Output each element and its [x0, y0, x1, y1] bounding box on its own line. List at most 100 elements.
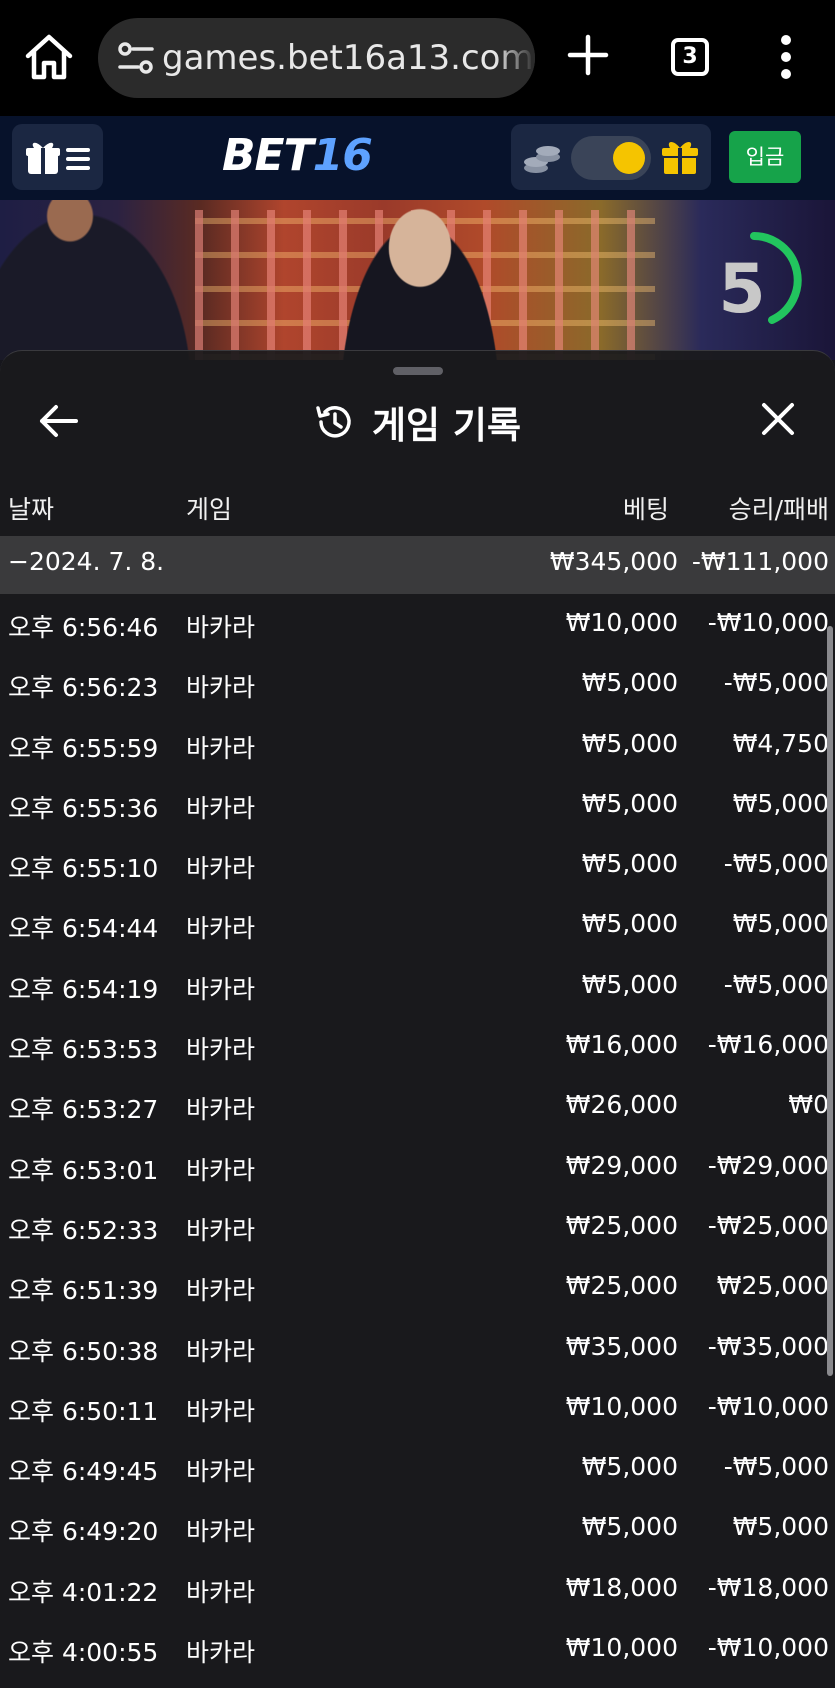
dealer [330, 200, 510, 360]
summary-result: -₩111,000 [691, 547, 829, 576]
row-result: -₩5,000 [723, 668, 829, 698]
theme-toggle[interactable] [571, 136, 651, 180]
history-row[interactable]: 오후 6:53:01 바카라 ₩29,000 -₩29,000 [0, 1137, 835, 1197]
row-result: -₩25,000 [707, 1210, 829, 1240]
row-bet: ₩18,000 [565, 1572, 678, 1602]
row-result: -₩5,000 [723, 849, 829, 879]
row-result: -₩10,000 [707, 1391, 829, 1421]
row-time: 오후 6:54:19 [8, 974, 159, 1004]
row-bet: ₩10,000 [565, 1633, 678, 1663]
history-row[interactable]: 오후 4:01:22 바카라 ₩18,000 -₩18,000 [0, 1559, 835, 1619]
row-bet: ₩5,000 [581, 728, 678, 758]
site-settings-icon[interactable] [116, 40, 156, 76]
row-time: 오후 6:55:59 [8, 733, 159, 763]
gift-icon[interactable] [661, 138, 699, 176]
countdown-number: 5 [718, 250, 766, 329]
row-result: ₩25,000 [716, 1271, 829, 1301]
row-result: -₩35,000 [707, 1331, 829, 1361]
home-icon[interactable] [22, 30, 76, 84]
browser-toolbar: games.bet16a13.com/l 3 [0, 0, 835, 116]
row-time: 오후 6:50:38 [8, 1336, 159, 1366]
modal-header: 게임 기록 [0, 395, 835, 449]
date-summary-row[interactable]: −2024. 7. 8. ₩345,000 -₩111,000 [0, 536, 835, 594]
history-row[interactable]: 오후 6:54:44 바카라 ₩5,000 ₩5,000 [0, 895, 835, 955]
history-row[interactable]: 오후 6:49:20 바카라 ₩5,000 ₩5,000 [0, 1498, 835, 1558]
summary-date: −2024. 7. 8. [8, 547, 165, 576]
menu-icon [66, 148, 90, 170]
row-game: 바카라 [186, 974, 256, 1004]
history-row[interactable]: 오후 6:55:59 바카라 ₩5,000 ₩4,750 [0, 715, 835, 775]
row-time: 오후 6:49:45 [8, 1457, 159, 1487]
row-game: 바카라 [186, 1336, 256, 1366]
history-row[interactable]: 오후 6:50:38 바카라 ₩35,000 -₩35,000 [0, 1318, 835, 1378]
history-row[interactable]: 오후 6:55:10 바카라 ₩5,000 -₩5,000 [0, 835, 835, 895]
row-result: -₩16,000 [707, 1030, 829, 1060]
close-icon[interactable] [758, 399, 798, 439]
row-result: -₩18,000 [707, 1572, 829, 1602]
scrollbar[interactable] [827, 626, 833, 1376]
history-row[interactable]: 오후 4:00:55 바카라 ₩10,000 -₩10,000 [0, 1619, 835, 1679]
row-game: 바카라 [186, 1517, 256, 1547]
history-row[interactable]: 오후 6:55:36 바카라 ₩5,000 ₩5,000 [0, 775, 835, 835]
row-game: 바카라 [186, 1276, 256, 1306]
history-row[interactable]: 오후 6:54:19 바카라 ₩5,000 -₩5,000 [0, 956, 835, 1016]
url-text: games.bet16a13.com/l [162, 38, 535, 78]
row-game: 바카라 [186, 793, 256, 823]
row-result: -₩10,000 [707, 1633, 829, 1663]
row-time: 오후 6:53:53 [8, 1035, 159, 1065]
row-time: 오후 6:54:44 [8, 914, 159, 944]
tab-count: 3 [682, 44, 698, 69]
history-row[interactable]: 오후 6:56:46 바카라 ₩10,000 -₩10,000 [0, 594, 835, 654]
row-time: 오후 6:56:23 [8, 673, 159, 703]
drag-handle[interactable] [393, 367, 443, 375]
address-bar[interactable]: games.bet16a13.com/l [98, 18, 535, 98]
row-result: -₩5,000 [723, 969, 829, 999]
history-row[interactable]: 오후 6:50:11 바카라 ₩10,000 -₩10,000 [0, 1378, 835, 1438]
row-game: 바카라 [186, 613, 256, 642]
row-result: -₩10,000 [707, 608, 829, 637]
history-row[interactable]: 오후 6:52:33 바카라 ₩25,000 -₩25,000 [0, 1197, 835, 1257]
row-game: 바카라 [186, 1638, 256, 1668]
deposit-button[interactable]: 입금 [729, 131, 801, 183]
history-icon [316, 406, 351, 438]
row-time: 오후 6:55:10 [8, 854, 159, 884]
column-header-game: 게임 [186, 495, 233, 524]
row-bet: ₩35,000 [565, 1331, 678, 1361]
summary-bet: ₩345,000 [549, 547, 678, 576]
row-game: 바카라 [186, 1155, 256, 1185]
row-bet: ₩5,000 [581, 1452, 678, 1482]
column-header-result: 승리/패배 [728, 495, 829, 524]
row-time: 오후 4:00:55 [8, 1638, 159, 1668]
row-time: 오후 6:55:36 [8, 793, 159, 823]
row-time: 오후 6:49:20 [8, 1517, 159, 1547]
row-bet: ₩29,000 [565, 1150, 678, 1180]
coins-icon[interactable] [522, 142, 562, 174]
gift-menu-button[interactable] [12, 124, 103, 190]
row-game: 바카라 [186, 854, 256, 884]
row-bet: ₩5,000 [581, 788, 678, 818]
history-row[interactable]: 오후 6:53:53 바카라 ₩16,000 -₩16,000 [0, 1016, 835, 1076]
row-result: -₩5,000 [723, 1452, 829, 1482]
row-game: 바카라 [186, 673, 256, 703]
row-result: -₩29,000 [707, 1150, 829, 1180]
header-controls [511, 124, 711, 190]
gift-icon [26, 142, 60, 174]
history-row[interactable]: 오후 6:51:39 바카라 ₩25,000 ₩25,000 [0, 1257, 835, 1317]
new-tab-icon[interactable] [566, 33, 610, 77]
row-game: 바카라 [186, 1095, 256, 1125]
row-bet: ₩5,000 [581, 668, 678, 698]
history-row[interactable]: 오후 6:56:23 바카라 ₩5,000 -₩5,000 [0, 654, 835, 714]
history-row[interactable]: 오후 6:49:45 바카라 ₩5,000 -₩5,000 [0, 1438, 835, 1498]
live-dealer-video: 5 [0, 200, 835, 360]
row-game: 바카라 [186, 1035, 256, 1065]
site-header: BET16 입금 [0, 116, 835, 200]
site-logo[interactable]: BET16 [222, 130, 373, 181]
tab-switcher-icon[interactable]: 3 [671, 38, 709, 76]
history-row[interactable]: 오후 6:53:27 바카라 ₩26,000 ₩0 [0, 1076, 835, 1136]
browser-menu-icon[interactable] [778, 34, 794, 80]
row-bet: ₩5,000 [581, 969, 678, 999]
row-game: 바카라 [186, 733, 256, 763]
row-bet: ₩26,000 [565, 1090, 678, 1120]
row-result: ₩5,000 [732, 1512, 829, 1542]
row-result: ₩5,000 [732, 909, 829, 939]
